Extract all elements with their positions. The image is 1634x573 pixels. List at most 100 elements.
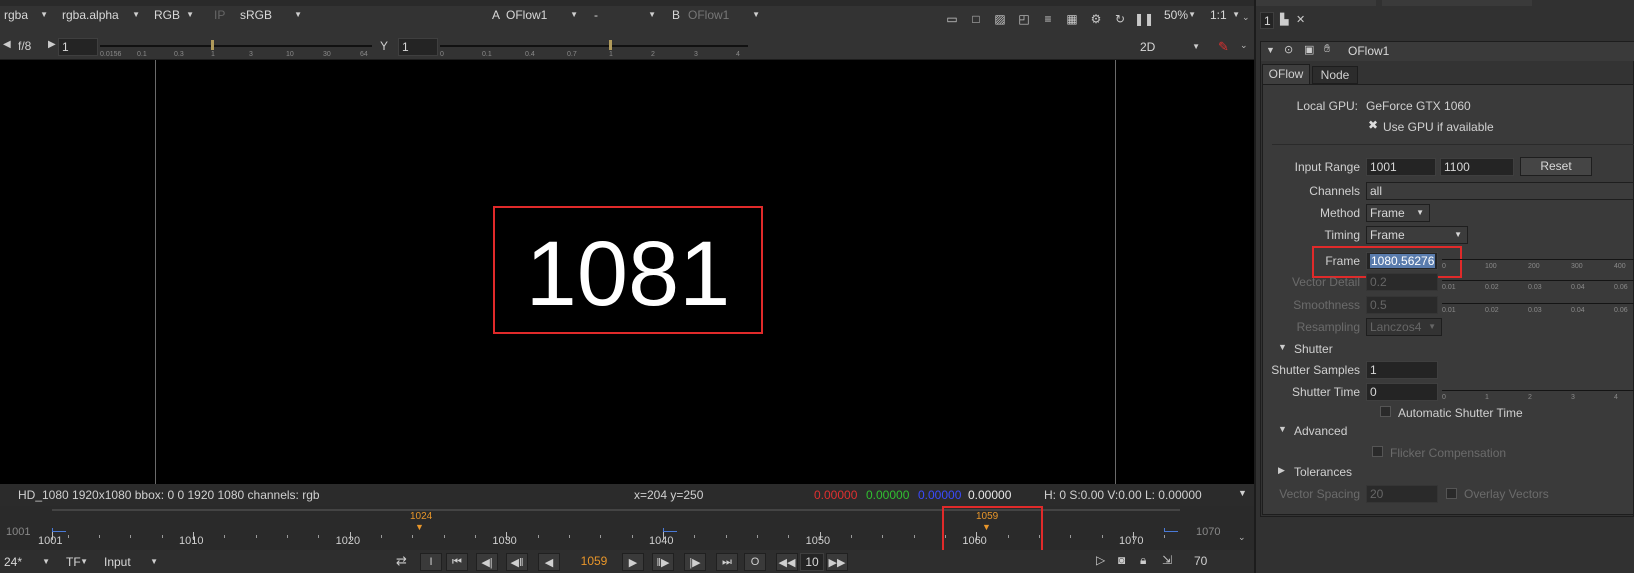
slider-knob[interactable] xyxy=(211,40,214,50)
roi-icon[interactable]: ▭ xyxy=(944,11,960,27)
vector-detail-input[interactable]: 0.2 xyxy=(1366,273,1438,291)
current-frame-marker-icon[interactable]: ▼ xyxy=(982,522,991,532)
tolerances-expand-icon[interactable]: ▶ xyxy=(1278,465,1285,476)
alpha-channel-dropdown[interactable]: rgba.alpha ▼ xyxy=(58,6,144,24)
safe-area-icon[interactable]: □ xyxy=(968,11,984,27)
reset-button[interactable]: Reset xyxy=(1520,157,1592,176)
close-all-icon[interactable]: ✕ xyxy=(1296,13,1305,26)
panel-tab-background-renders[interactable] xyxy=(1382,0,1532,6)
fstop-label[interactable]: f/8 xyxy=(18,39,31,53)
smoothness-input[interactable]: 0.5 xyxy=(1366,296,1438,314)
lock-icon[interactable]: 🔒︎ xyxy=(1140,553,1146,568)
tab-node[interactable]: Node xyxy=(1312,66,1358,84)
playback-cursor-icon[interactable]: ⇲ xyxy=(1162,553,1172,567)
input-b-dropdown[interactable]: OFlow1 ▼ xyxy=(684,6,764,24)
paint-brush-icon[interactable]: ✎ xyxy=(1218,39,1229,55)
row2-collapse-icon[interactable]: ⌄ xyxy=(1240,40,1248,51)
node-settings-icon[interactable]: ✋︎ xyxy=(1324,43,1330,56)
frame-input[interactable]: 1080.56276 xyxy=(1366,252,1438,270)
method-dropdown[interactable]: Frame ▼ xyxy=(1366,204,1430,222)
auto-shutter-checkbox[interactable] xyxy=(1380,406,1391,417)
toolbar-collapse-icon[interactable]: ⌄ xyxy=(1242,12,1250,23)
proxy-scale-dropdown[interactable]: 1:1 ▼ xyxy=(1206,6,1244,24)
timeline-in-point[interactable]: 1001 xyxy=(6,526,30,538)
lock-panel-icon[interactable]: ▙ xyxy=(1280,13,1288,26)
compare-mode-dropdown[interactable]: - ▼ xyxy=(590,6,660,24)
channels-dropdown[interactable]: all xyxy=(1366,182,1634,200)
zoom-dropdown[interactable]: 50% ▼ xyxy=(1160,6,1200,24)
shutter-time-slider[interactable]: 0 1 2 3 4 xyxy=(1442,387,1634,403)
node-float-icon[interactable]: ▣ xyxy=(1304,43,1314,56)
gain-right-arrow-icon[interactable]: ▶ xyxy=(48,39,56,50)
advanced-section-label[interactable]: Advanced xyxy=(1294,424,1347,438)
set-in-button[interactable]: I xyxy=(420,553,442,571)
capture-icon[interactable]: ◙ xyxy=(1118,553,1125,567)
vector-detail-slider[interactable]: 0.01 0.02 0.03 0.04 0.06 xyxy=(1442,277,1634,293)
refresh-icon[interactable]: ↻ xyxy=(1112,11,1128,27)
current-frame-field[interactable]: 1059 xyxy=(576,554,612,568)
skip-back-button[interactable]: ◀◀ xyxy=(776,553,798,571)
overlay-vectors-checkbox[interactable] xyxy=(1446,488,1457,499)
max-panels-field[interactable]: 1 xyxy=(1260,12,1274,29)
advanced-expand-icon[interactable]: ▼ xyxy=(1278,424,1287,434)
play-backward-button[interactable]: ◀ xyxy=(538,553,560,571)
channel-dropdown[interactable]: rgba ▼ xyxy=(0,6,52,24)
gain-input[interactable]: 1 xyxy=(58,38,98,56)
last-frame-button[interactable]: ⏭ xyxy=(716,553,738,571)
checkerboard-icon[interactable]: ▨ xyxy=(992,11,1008,27)
input-range-start[interactable]: 1001 xyxy=(1366,158,1436,176)
fps-dropdown[interactable]: 24* ▼ xyxy=(0,553,54,571)
gamma-slider[interactable]: 0 0.1 0.4 0.7 1 2 3 4 xyxy=(440,40,748,58)
timeline-collapse-icon[interactable]: ⌄ xyxy=(1238,532,1246,543)
display-mode-dropdown[interactable]: RGB ▼ xyxy=(150,6,198,24)
shutter-section-label[interactable]: Shutter xyxy=(1294,342,1333,356)
ip-button[interactable]: IP xyxy=(210,6,232,24)
frame-slider[interactable]: 0 100 200 300 400 xyxy=(1442,256,1634,272)
shutter-time-input[interactable]: 0 xyxy=(1366,383,1438,401)
range-mode-dropdown[interactable]: Input ▼ xyxy=(100,553,162,571)
gain-left-arrow-icon[interactable]: ◀ xyxy=(3,39,11,50)
shutter-expand-icon[interactable]: ▼ xyxy=(1278,342,1287,352)
timecode-mode-dropdown[interactable]: TF ▼ xyxy=(62,553,92,571)
end-frame-field[interactable]: 70 xyxy=(1194,554,1207,568)
prev-keyframe-button[interactable]: ◀| xyxy=(476,553,498,571)
input-range-end[interactable]: 1100 xyxy=(1440,158,1514,176)
collapse-node-icon[interactable]: ▼ xyxy=(1266,45,1275,55)
smoothness-slider[interactable]: 0.01 0.02 0.03 0.04 0.06 xyxy=(1442,300,1634,316)
timeline-out-point[interactable]: 1070 xyxy=(1196,526,1220,538)
tolerances-section-label[interactable]: Tolerances xyxy=(1294,465,1352,479)
set-out-button[interactable]: O xyxy=(744,553,766,571)
input-a-dropdown[interactable]: OFlow1 ▼ xyxy=(502,6,582,24)
increment-field[interactable]: 10 xyxy=(800,553,824,571)
resampling-dropdown[interactable]: Lanczos4 ▼ xyxy=(1366,318,1442,336)
lines-icon[interactable]: ≡ xyxy=(1040,11,1056,27)
pause-icon[interactable]: ❚❚ xyxy=(1134,11,1154,27)
next-increment-button[interactable]: ‖▶ xyxy=(652,553,674,571)
flipbook-icon[interactable]: ▷ xyxy=(1096,553,1105,567)
info-bar-menu-icon[interactable]: ▼ xyxy=(1238,488,1247,498)
timing-dropdown[interactable]: Frame ▼ xyxy=(1366,226,1468,244)
view-mode-dropdown[interactable]: 2D ▼ xyxy=(1136,38,1204,56)
viewer-canvas[interactable]: 1081 xyxy=(0,60,1254,484)
overlay-icon[interactable]: ◰ xyxy=(1016,11,1032,27)
vector-spacing-input[interactable]: 20 xyxy=(1366,485,1438,503)
panel-tab-properties[interactable] xyxy=(1256,0,1376,6)
node-view-icon[interactable]: ⊙ xyxy=(1284,43,1293,56)
slider-knob[interactable] xyxy=(609,40,612,50)
gain-slider[interactable]: 0.0156 0.1 0.3 1 3 10 30 64 xyxy=(100,40,372,58)
loop-mode-icon[interactable]: ⇄ xyxy=(396,553,407,569)
settings-gear-icon[interactable]: ⚙ xyxy=(1088,11,1104,27)
timeline[interactable]: 1001 1070 ⌄ 1024 ▼ 1059 ▼ 1001 1010 1020 10… xyxy=(0,506,1254,554)
tab-oflow[interactable]: OFlow xyxy=(1262,64,1310,84)
next-keyframe-button[interactable]: |▶ xyxy=(684,553,706,571)
play-forward-button[interactable]: ▶ xyxy=(622,553,644,571)
node-name-field[interactable]: OFlow1 xyxy=(1344,42,1634,60)
keyframe-1024-marker-icon[interactable]: ▼ xyxy=(415,522,424,532)
first-frame-button[interactable]: ⏮ xyxy=(446,553,468,571)
flicker-checkbox[interactable] xyxy=(1372,446,1383,457)
shutter-samples-input[interactable]: 1 xyxy=(1366,361,1438,379)
gamma-input[interactable]: 1 xyxy=(398,38,438,56)
lut-dropdown[interactable]: sRGB ▼ xyxy=(236,6,306,24)
grid-icon[interactable]: ▦ xyxy=(1064,11,1080,27)
prev-increment-button[interactable]: ◀‖ xyxy=(506,553,528,571)
